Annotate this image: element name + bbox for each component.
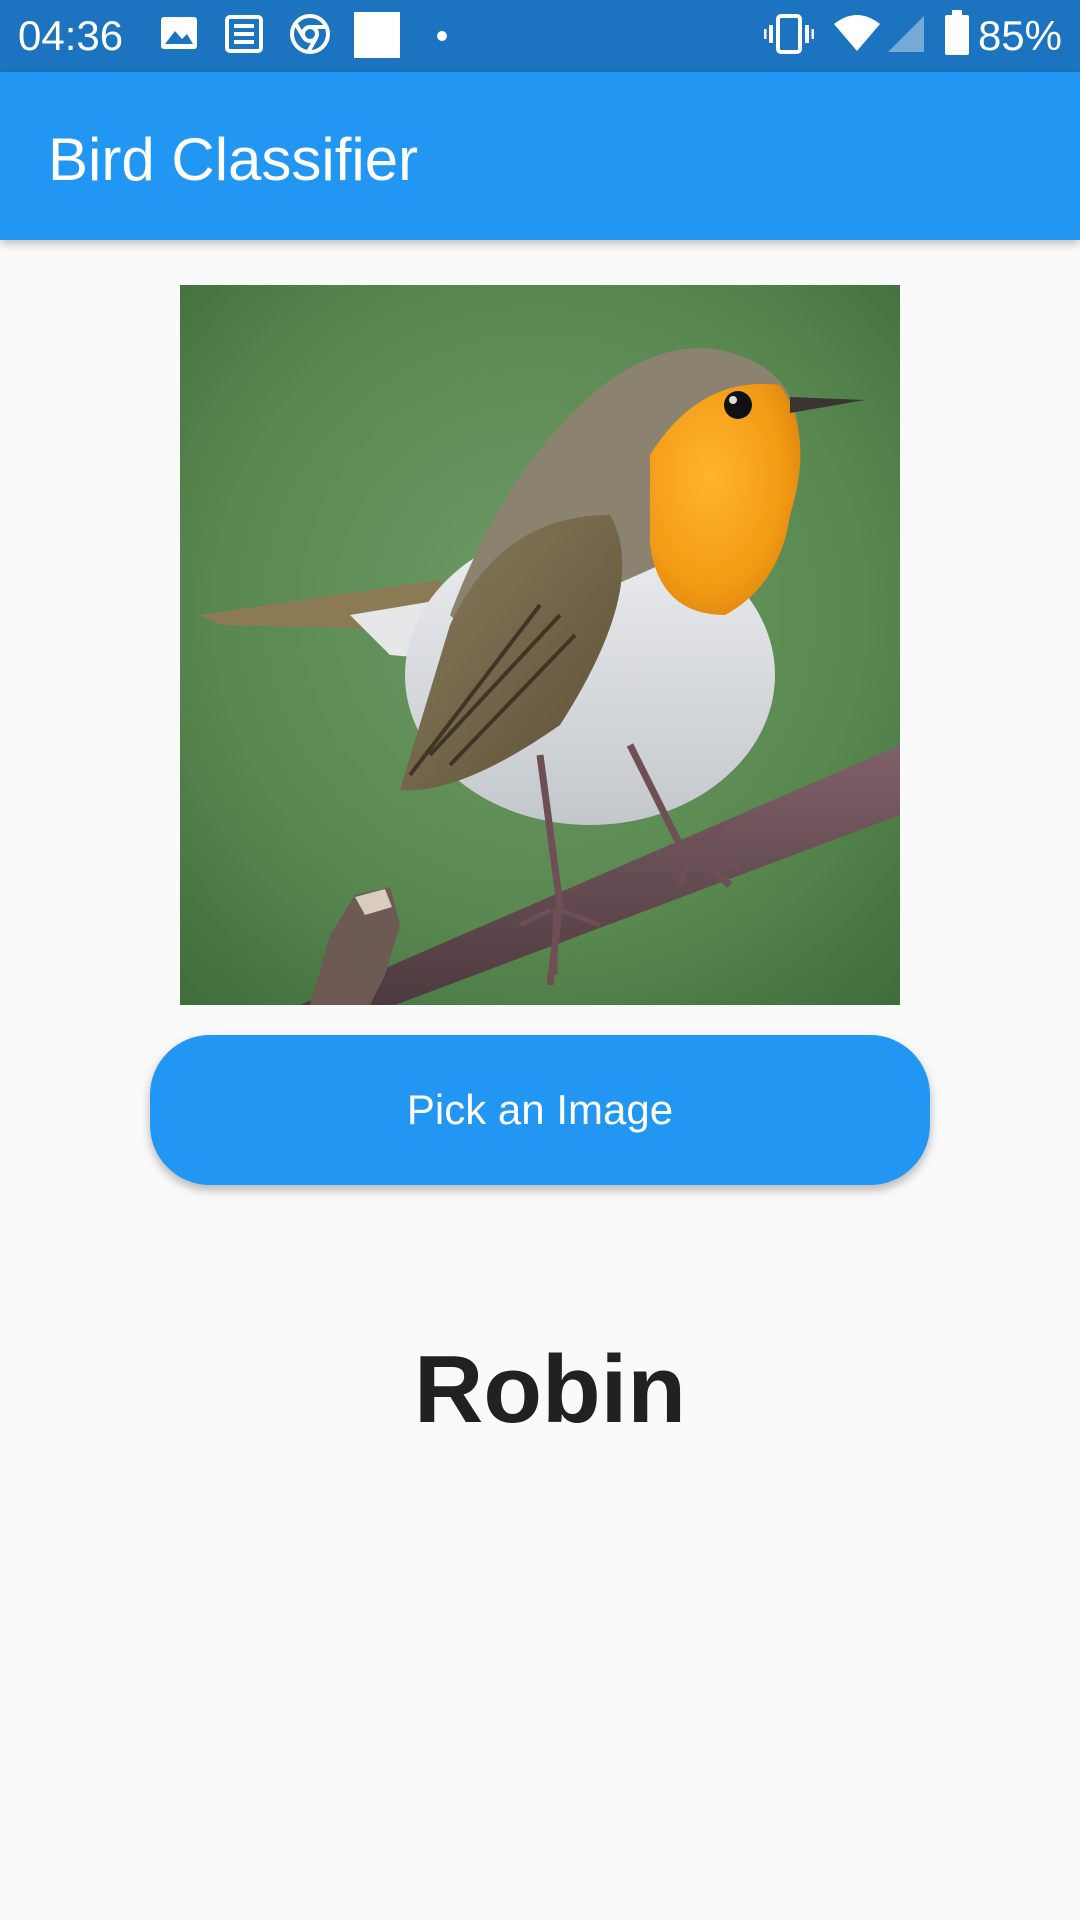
square-notification-icon xyxy=(354,12,400,58)
classification-result: Robin xyxy=(414,1336,686,1443)
dot-icon xyxy=(437,31,447,41)
news-icon xyxy=(225,15,263,53)
vibrate-icon xyxy=(764,14,814,54)
signal-icon xyxy=(888,16,924,52)
wifi-icon xyxy=(834,15,880,51)
battery-icon xyxy=(945,10,969,55)
chrome-icon xyxy=(290,14,330,54)
image-icon xyxy=(161,17,197,49)
pick-image-button[interactable]: Pick an Image xyxy=(150,1035,930,1185)
status-time: 04:36 xyxy=(18,12,124,59)
bird-image xyxy=(180,285,900,1005)
status-bar: 04:36 85% xyxy=(0,0,1080,72)
app-title: Bird Classifier xyxy=(48,126,419,193)
battery-percent: 85% xyxy=(977,12,1062,59)
app-bar: Bird Classifier xyxy=(0,72,1080,240)
